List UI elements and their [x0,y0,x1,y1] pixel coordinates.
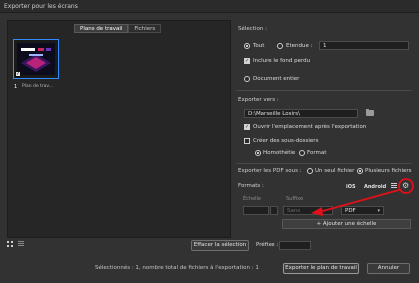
range-input[interactable]: 1 [319,41,409,50]
artboard-preview-image [17,43,55,75]
window-title: Exporter pour les écrans [4,3,78,10]
all-label: Tout [253,43,265,49]
scale-column-header: Échelle [243,196,262,202]
format-label: Format [307,150,327,156]
open-location-checkbox[interactable]: ✓ [244,124,250,130]
whole-document-radio[interactable] [244,76,250,82]
multiple-files-label: Plusieurs fichiers [365,168,412,174]
subfolders-label: Créer des sous-dossiers [253,138,319,144]
artboard-checkbox[interactable]: ✓ [15,71,21,77]
bleed-label: Inclure le fond perdu [253,58,311,64]
single-file-radio[interactable] [307,168,313,174]
export-artboard-button[interactable]: Exporter le plan de travail [283,263,359,274]
prefix-label: Préfixe : [256,242,279,248]
bleed-checkbox[interactable]: ✓ [244,58,250,64]
divider [236,90,412,91]
suffix-column-header: Suffixe [286,196,304,202]
all-radio[interactable] [244,43,250,49]
tab-files[interactable]: Fichiers [128,24,162,33]
whole-document-label: Document entier [253,76,300,82]
divider [236,163,412,164]
gear-icon[interactable]: ⚙ [402,182,410,190]
title-bar: Exporter pour les écrans [0,0,419,13]
panel-tabs: Plans de travail Fichiers [74,24,162,34]
folder-icon[interactable] [366,109,374,116]
list-view-icon[interactable] [18,241,24,247]
tab-artboards[interactable]: Plans de travail [74,24,129,33]
list-icon[interactable] [391,183,397,189]
pdf-export-title: Exporter les PDF sous : [238,168,302,174]
add-scale-button[interactable]: + Ajouter une échelle [282,219,411,229]
range-radio[interactable] [277,43,283,49]
multiple-files-radio[interactable] [357,168,363,174]
prefix-input[interactable] [279,241,311,250]
format-select-value: PDF [345,208,356,214]
artboard-thumbnail[interactable]: ✓ [13,39,59,79]
artboard-name: Plan de trav... [22,84,54,89]
open-location-label: Ouvrir l'emplacement après l'exportation [253,124,367,130]
selection-title: Sélection : [238,26,267,32]
status-text: Sélectionnés : 1, nombre total de fichie… [95,265,259,271]
scale-caret[interactable] [270,206,278,215]
homothetie-radio[interactable] [255,150,261,156]
formats-title: Formats : [238,183,264,189]
scale-select[interactable] [243,206,269,215]
range-label: Etendue : [286,43,313,49]
single-file-label: Un seul fichier [315,168,355,174]
artboard-number: 1 [14,84,18,90]
export-path-input[interactable]: D:\Marseille Losirs\ [244,109,358,118]
format-radio[interactable] [299,150,305,156]
chevron-down-icon: ▾ [377,208,380,214]
android-preset[interactable]: Android [364,184,386,190]
clear-selection-button[interactable]: Effacer la sélection [191,240,249,251]
homothetie-label: Homothétie [263,150,296,156]
grid-view-icon[interactable] [7,241,13,247]
ios-preset[interactable]: iOS [346,184,356,190]
format-select[interactable]: PDF ▾ [341,206,384,215]
suffix-input[interactable]: Sans [283,206,333,215]
cancel-button[interactable]: Annuler [367,263,410,274]
subfolders-checkbox[interactable] [244,138,250,144]
export-to-title: Exporter vers : [238,97,279,103]
